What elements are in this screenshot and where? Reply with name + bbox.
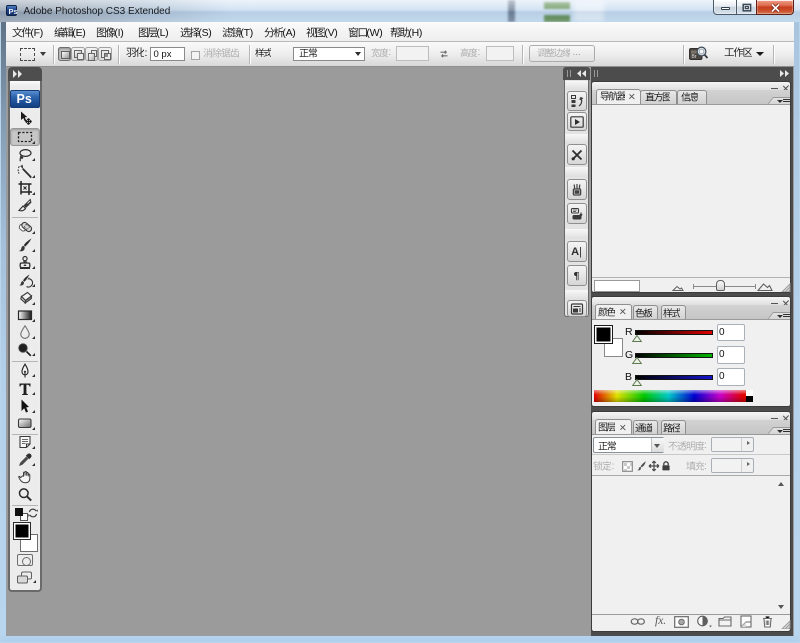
svg-text:Br: Br: [692, 54, 697, 60]
